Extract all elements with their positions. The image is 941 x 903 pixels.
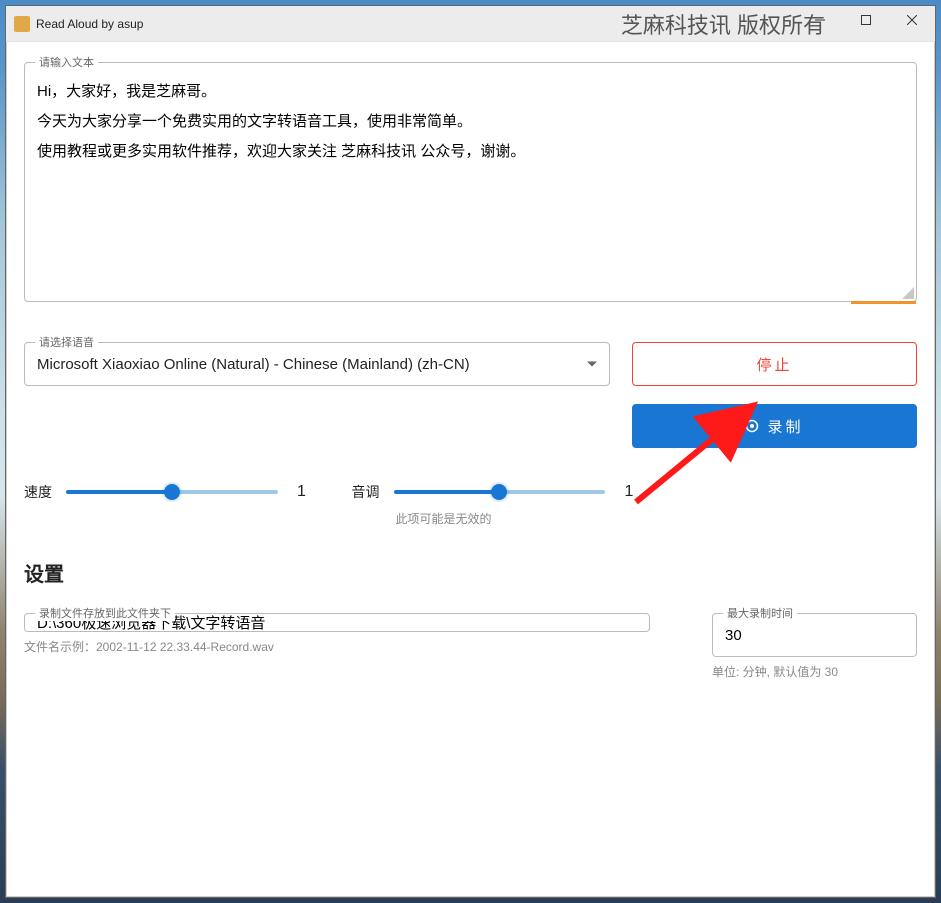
speed-slider[interactable] [66, 490, 278, 494]
chevron-down-icon [587, 362, 597, 367]
record-button[interactable]: 录制 [632, 404, 917, 448]
sliders-row: 速度 1 音调 1 此项可能是无效的 [24, 482, 639, 502]
record-button-label: 录制 [767, 416, 803, 437]
speed-value: 1 [292, 483, 312, 501]
speed-label: 速度 [24, 482, 52, 502]
speed-slider-thumb[interactable] [164, 484, 180, 500]
text-input[interactable] [25, 63, 916, 298]
max-time-hint: 单位: 分钟, 默认值为 30 [712, 663, 917, 680]
app-window: Read Aloud by asup 芝麻科技讯 版权所有 请输入文本 请选择语… [5, 5, 936, 898]
voice-and-buttons-row: 请选择语音 Microsoft Xiaoxiao Online (Natural… [24, 320, 917, 448]
settings-heading: 设置 [24, 558, 917, 587]
stop-button[interactable]: 停止 [632, 342, 917, 386]
window-controls [797, 6, 935, 34]
max-time-label: 最大录制时间 [723, 605, 797, 621]
voice-select-label: 请选择语音 [35, 334, 98, 350]
settings-row: 录制文件存放到此文件夹下 文件名示例：2002-11-12 22.33.44-R… [24, 607, 917, 680]
minimize-icon [815, 15, 825, 25]
maximize-button[interactable] [843, 6, 889, 34]
pitch-note: 此项可能是无效的 [396, 510, 492, 527]
filename-hint: 文件名示例：2002-11-12 22.33.44-Record.wav [24, 638, 650, 655]
folder-label: 录制文件存放到此文件夹下 [35, 605, 175, 621]
text-input-group: 请输入文本 [24, 62, 917, 302]
voice-select[interactable]: 请选择语音 Microsoft Xiaoxiao Online (Natural… [24, 342, 610, 386]
max-time-column: 最大录制时间 单位: 分钟, 默认值为 30 [712, 607, 917, 680]
voice-select-value: Microsoft Xiaoxiao Online (Natural) - Ch… [37, 356, 470, 373]
minimize-button[interactable] [797, 6, 843, 34]
accent-bar [851, 301, 916, 304]
app-icon [14, 16, 30, 32]
resize-handle-icon[interactable] [900, 285, 914, 299]
close-button[interactable] [889, 6, 935, 34]
pitch-value: 1 [619, 483, 639, 501]
max-time-input[interactable] [725, 627, 904, 644]
folder-column: 录制文件存放到此文件夹下 文件名示例：2002-11-12 22.33.44-R… [24, 607, 650, 655]
content-area: 请输入文本 请选择语音 Microsoft Xiaoxiao Online (N… [6, 42, 935, 897]
pitch-slider[interactable] [394, 490, 606, 494]
record-icon [745, 419, 759, 433]
text-input-label: 请输入文本 [35, 54, 98, 70]
folder-field[interactable]: 录制文件存放到此文件夹下 [24, 613, 650, 632]
pitch-slider-block: 音调 1 此项可能是无效的 [352, 482, 640, 502]
stop-button-label: 停止 [756, 354, 792, 375]
pitch-slider-thumb[interactable] [491, 484, 507, 500]
close-icon [907, 15, 917, 25]
titlebar: Read Aloud by asup 芝麻科技讯 版权所有 [6, 6, 935, 42]
max-time-field[interactable]: 最大录制时间 [712, 613, 917, 657]
speed-slider-block: 速度 1 [24, 482, 312, 502]
action-buttons: 停止 录制 [632, 342, 917, 448]
maximize-icon [861, 15, 871, 25]
copyright-text: 芝麻科技讯 版权所有 [621, 8, 825, 40]
pitch-label: 音调 [352, 482, 380, 502]
app-title: Read Aloud by asup [36, 17, 143, 31]
